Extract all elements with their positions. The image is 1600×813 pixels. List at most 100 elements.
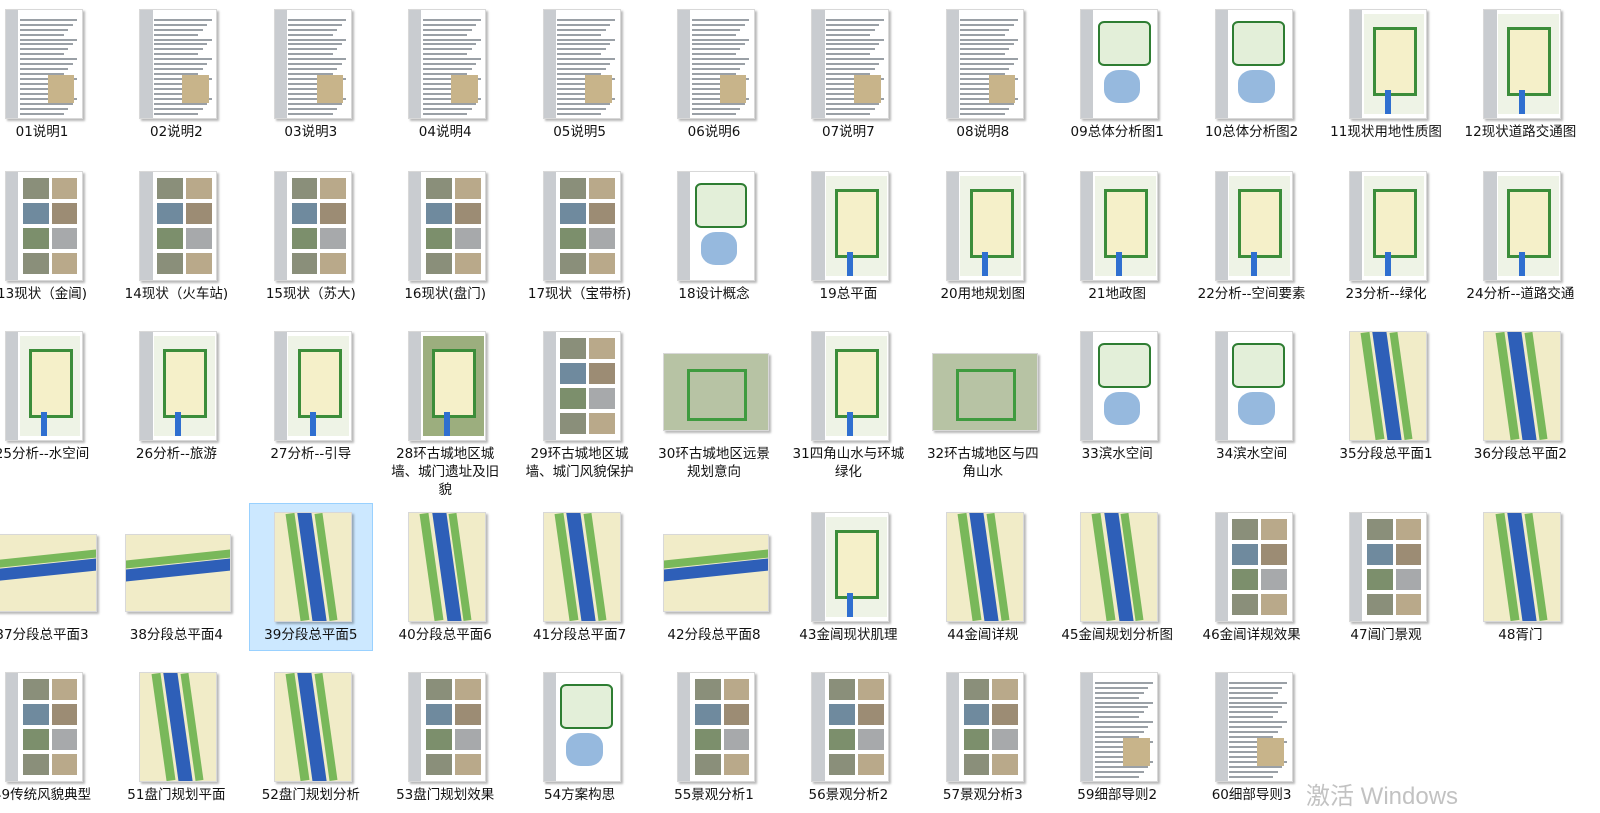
- file-item[interactable]: 55景观分析1: [652, 663, 776, 811]
- file-thumbnail[interactable]: [811, 331, 890, 441]
- file-item[interactable]: 27分析--引导: [249, 322, 373, 470]
- file-thumbnail[interactable]: [1080, 672, 1159, 782]
- file-thumbnail[interactable]: [945, 171, 1024, 281]
- file-item[interactable]: 28环古城地区城墙、城门遗址及旧貌: [383, 322, 507, 498]
- file-thumbnail[interactable]: [139, 672, 218, 782]
- file-item[interactable]: 12现状道路交通图: [1458, 0, 1582, 148]
- file-item[interactable]: 23分析--绿化: [1324, 162, 1448, 310]
- file-item[interactable]: 14现状（火车站): [114, 162, 238, 310]
- file-item[interactable]: 54方案构思: [518, 663, 642, 811]
- file-thumbnail[interactable]: [273, 9, 352, 119]
- file-thumbnail[interactable]: [408, 331, 487, 441]
- file-item[interactable]: 40分段总平面6: [383, 503, 507, 651]
- file-thumbnail[interactable]: [945, 672, 1024, 782]
- file-item[interactable]: 59细部导则2: [1055, 663, 1179, 811]
- file-item[interactable]: 48胥门: [1458, 503, 1582, 651]
- file-thumbnail[interactable]: [945, 512, 1024, 622]
- file-item[interactable]: 21地政图: [1055, 162, 1179, 310]
- file-item[interactable]: 34滨水空间: [1190, 322, 1314, 470]
- file-thumbnail[interactable]: [139, 9, 218, 119]
- file-item[interactable]: 11现状用地性质图: [1324, 0, 1448, 148]
- file-thumbnail[interactable]: [663, 353, 769, 431]
- file-thumbnail[interactable]: [139, 171, 218, 281]
- file-item[interactable]: 16现状(盘门): [383, 162, 507, 310]
- file-item[interactable]: 57景观分析3: [921, 663, 1045, 811]
- file-item[interactable]: 01说明1: [0, 0, 104, 148]
- file-item[interactable]: 13现状（金阊): [0, 162, 104, 310]
- file-item[interactable]: 37分段总平面3: [0, 503, 104, 651]
- file-item[interactable]: 17现状（宝带桥): [518, 162, 642, 310]
- file-thumbnail[interactable]: [1349, 512, 1427, 622]
- file-thumbnail[interactable]: [273, 331, 352, 441]
- file-item[interactable]: 52盘门规划分析: [249, 663, 373, 811]
- file-item[interactable]: 45金阊规划分析图: [1055, 503, 1179, 651]
- file-item[interactable]: 02说明2: [114, 0, 238, 148]
- file-thumbnail[interactable]: [125, 534, 232, 612]
- file-thumbnail[interactable]: [1080, 512, 1159, 622]
- file-item[interactable]: 15现状（苏大): [249, 162, 373, 310]
- file-item[interactable]: 22分析--空间要素: [1190, 162, 1314, 310]
- file-thumbnail[interactable]: [811, 672, 890, 782]
- file-thumbnail[interactable]: [1483, 331, 1562, 441]
- file-thumbnail[interactable]: [1214, 171, 1293, 281]
- file-thumbnail[interactable]: [1080, 331, 1159, 441]
- file-thumbnail[interactable]: [5, 331, 83, 441]
- file-item[interactable]: 60细部导则3: [1190, 663, 1314, 811]
- file-thumbnail[interactable]: [408, 171, 487, 281]
- file-thumbnail[interactable]: [1214, 331, 1293, 441]
- file-item[interactable]: 42分段总平面8: [652, 503, 776, 651]
- file-item[interactable]: 33滨水空间: [1055, 322, 1179, 470]
- file-thumbnail[interactable]: [677, 9, 755, 119]
- file-thumbnail[interactable]: [945, 9, 1024, 119]
- file-thumbnail[interactable]: [273, 512, 352, 622]
- file-item[interactable]: 53盘门规划效果: [383, 663, 507, 811]
- file-thumbnail[interactable]: [542, 331, 621, 441]
- file-item[interactable]: 35分段总平面1: [1324, 322, 1448, 470]
- file-thumbnail[interactable]: [408, 672, 487, 782]
- file-item[interactable]: 44金阊详规: [921, 503, 1045, 651]
- file-thumbnail[interactable]: [5, 672, 83, 782]
- file-thumbnail[interactable]: [542, 171, 621, 281]
- file-item[interactable]: 06说明6: [652, 0, 776, 148]
- file-item[interactable]: 04说明4: [383, 0, 507, 148]
- file-item[interactable]: 18设计概念: [652, 162, 776, 310]
- file-thumbnail[interactable]: [273, 171, 352, 281]
- file-item[interactable]: 36分段总平面2: [1458, 322, 1582, 470]
- file-thumbnail[interactable]: [1483, 512, 1562, 622]
- file-item[interactable]: 43金阊现状肌理: [786, 503, 910, 651]
- file-thumbnail[interactable]: [1214, 672, 1293, 782]
- file-thumbnail[interactable]: [1483, 9, 1562, 119]
- file-item[interactable]: 39分段总平面5: [248, 503, 373, 651]
- file-thumbnail[interactable]: [542, 9, 621, 119]
- file-thumbnail[interactable]: [677, 171, 755, 281]
- file-item[interactable]: 29环古城地区城墙、城门风貌保护: [518, 322, 642, 480]
- file-thumbnail[interactable]: [408, 9, 487, 119]
- file-thumbnail[interactable]: [677, 672, 755, 782]
- file-item[interactable]: 32环古城地区与四角山水: [921, 322, 1045, 480]
- file-item[interactable]: 31四角山水与环城绿化: [786, 322, 910, 480]
- file-item[interactable]: 09总体分析图1: [1055, 0, 1179, 148]
- file-thumbnail[interactable]: [408, 512, 487, 622]
- file-thumbnail[interactable]: [139, 331, 218, 441]
- file-thumbnail[interactable]: [1483, 171, 1562, 281]
- file-thumbnail[interactable]: [1080, 9, 1159, 119]
- file-thumbnail[interactable]: [0, 534, 97, 612]
- file-item[interactable]: 46金阊详规效果: [1190, 503, 1314, 651]
- file-item[interactable]: 20用地规划图: [921, 162, 1045, 310]
- file-thumbnail[interactable]: [1349, 331, 1427, 441]
- file-thumbnail[interactable]: [811, 171, 890, 281]
- file-item[interactable]: 41分段总平面7: [518, 503, 642, 651]
- file-thumbnail[interactable]: [1080, 171, 1159, 281]
- file-item[interactable]: 05说明5: [518, 0, 642, 148]
- file-item[interactable]: 24分析--道路交通: [1458, 162, 1582, 310]
- file-item[interactable]: 08说明8: [921, 0, 1045, 148]
- file-thumbnail[interactable]: [1349, 171, 1427, 281]
- file-thumbnail[interactable]: [811, 512, 890, 622]
- file-item[interactable]: 47阊门景观: [1324, 503, 1448, 651]
- file-item[interactable]: 51盘门规划平面: [114, 663, 238, 811]
- file-thumbnail[interactable]: [663, 534, 769, 612]
- file-item[interactable]: 49传统风貌典型: [0, 663, 104, 811]
- file-item[interactable]: 03说明3: [249, 0, 373, 148]
- file-thumbnail[interactable]: [5, 9, 83, 119]
- file-item[interactable]: 56景观分析2: [786, 663, 910, 811]
